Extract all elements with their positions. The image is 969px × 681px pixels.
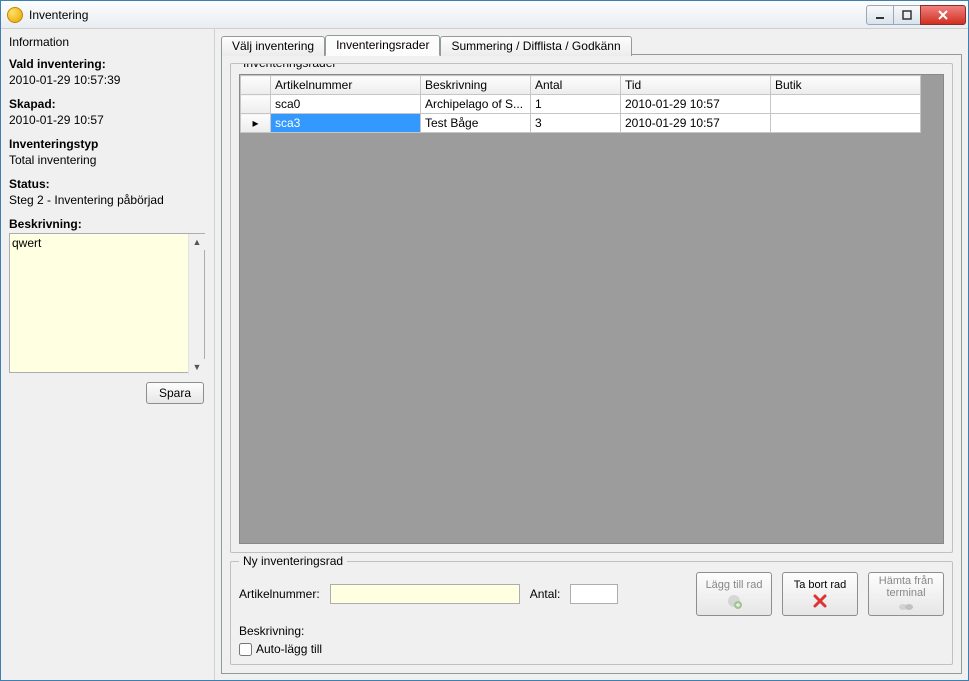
antal-input[interactable]	[570, 584, 618, 604]
artikelnummer-label: Artikelnummer:	[239, 587, 320, 601]
typ-value: Total inventering	[9, 153, 206, 167]
cell-butik[interactable]	[771, 95, 921, 114]
col-antal[interactable]: Antal	[531, 76, 621, 95]
col-butik[interactable]: Butik	[771, 76, 921, 95]
titlebar[interactable]: Inventering	[1, 1, 968, 29]
maximize-button[interactable]	[893, 5, 921, 25]
scroll-down-icon[interactable]: ▼	[189, 359, 205, 375]
table-row[interactable]: sca0 Archipelago of S... 1 2010-01-29 10…	[241, 95, 921, 114]
beskrivning-textarea[interactable]	[9, 233, 205, 373]
typ-label: Inventeringstyp	[9, 137, 206, 151]
grid-corner[interactable]	[241, 76, 271, 95]
cell-butik[interactable]	[771, 114, 921, 133]
vald-value: 2010-01-29 10:57:39	[9, 73, 206, 87]
status-value: Steg 2 - Inventering påbörjad	[9, 193, 206, 207]
group-legend-grid: Inventeringsrader	[239, 63, 340, 70]
cell-besk[interactable]: Test Båge	[421, 114, 531, 133]
artikelnummer-input[interactable]	[330, 584, 520, 604]
add-row-label: Lägg till rad	[706, 579, 763, 591]
delete-icon	[812, 593, 828, 609]
beskrivning-block: Beskrivning: ▲ ▼ Spara	[9, 217, 206, 404]
tab-summering[interactable]: Summering / Difflista / Godkänn	[440, 36, 631, 56]
sidebar: Information Vald inventering: 2010-01-29…	[1, 29, 215, 680]
tab-strip: Välj inventering Inventeringsrader Summe…	[221, 33, 962, 55]
tab-page-inventeringsrader: Inventeringsrader Artikelnummer Beskrivn…	[221, 54, 962, 674]
minimize-icon	[875, 10, 885, 20]
col-artikelnummer[interactable]: Artikelnummer	[271, 76, 421, 95]
close-icon	[937, 10, 949, 20]
grid-header-row: Artikelnummer Beskrivning Antal Tid Buti…	[241, 76, 921, 95]
tab-valj-inventering[interactable]: Välj inventering	[221, 36, 325, 56]
auto-lagg-till-label: Auto-lägg till	[256, 642, 322, 656]
cell-antal[interactable]: 3	[531, 114, 621, 133]
window-frame: Inventering Information Vald inventering…	[0, 0, 969, 681]
vald-label: Vald inventering:	[9, 57, 206, 71]
col-beskrivning[interactable]: Beskrivning	[421, 76, 531, 95]
row-header[interactable]	[241, 95, 271, 114]
tab-inventeringsrader[interactable]: Inventeringsrader	[325, 35, 440, 56]
fetch-terminal-button[interactable]: Hämta från terminal	[868, 572, 944, 616]
terminal-icon	[898, 601, 914, 613]
group-inventeringsrader: Inventeringsrader Artikelnummer Beskrivn…	[230, 63, 953, 553]
scroll-up-icon[interactable]: ▲	[189, 234, 205, 250]
info-typ: Inventeringstyp Total inventering	[9, 137, 206, 167]
data-grid[interactable]: Artikelnummer Beskrivning Antal Tid Buti…	[239, 74, 944, 544]
close-button[interactable]	[920, 5, 966, 25]
group-legend-new: Ny inventeringsrad	[239, 554, 347, 568]
info-status: Status: Steg 2 - Inventering påbörjad	[9, 177, 206, 207]
row-header-current[interactable]: ▸	[241, 114, 271, 133]
cell-besk[interactable]: Archipelago of S...	[421, 95, 531, 114]
main-area: Välj inventering Inventeringsrader Summe…	[215, 29, 968, 680]
app-icon	[7, 7, 23, 23]
textarea-scrollbar[interactable]: ▲ ▼	[188, 234, 204, 375]
group-ny-rad: Ny inventeringsrad Artikelnummer: Antal:…	[230, 561, 953, 665]
table-row[interactable]: ▸ sca3 Test Båge 3 2010-01-29 10:57	[241, 114, 921, 133]
minimize-button[interactable]	[866, 5, 894, 25]
maximize-icon	[902, 10, 912, 20]
auto-lagg-till-checkbox[interactable]	[239, 643, 252, 656]
add-row-button[interactable]: Lägg till rad	[696, 572, 772, 616]
info-skapad: Skapad: 2010-01-29 10:57	[9, 97, 206, 127]
cell-tid[interactable]: 2010-01-29 10:57	[621, 95, 771, 114]
info-vald: Vald inventering: 2010-01-29 10:57:39	[9, 57, 206, 87]
skapad-value: 2010-01-29 10:57	[9, 113, 206, 127]
cell-tid[interactable]: 2010-01-29 10:57	[621, 114, 771, 133]
content-area: Information Vald inventering: 2010-01-29…	[1, 29, 968, 680]
delete-row-button[interactable]: Ta bort rad	[782, 572, 858, 616]
status-label: Status:	[9, 177, 206, 191]
cell-art[interactable]: sca0	[271, 95, 421, 114]
cell-art[interactable]: sca3	[271, 114, 421, 133]
cell-antal[interactable]: 1	[531, 95, 621, 114]
sidebar-heading: Information	[9, 35, 206, 49]
col-tid[interactable]: Tid	[621, 76, 771, 95]
window-buttons	[867, 5, 966, 25]
window-title: Inventering	[29, 8, 867, 22]
save-button[interactable]: Spara	[146, 382, 204, 404]
skapad-label: Skapad:	[9, 97, 206, 111]
delete-row-label: Ta bort rad	[794, 579, 847, 591]
beskrivning-new-label: Beskrivning:	[239, 624, 304, 638]
fetch-terminal-label: Hämta från terminal	[871, 575, 941, 599]
beskrivning-label: Beskrivning:	[9, 217, 206, 231]
antal-label: Antal:	[530, 587, 561, 601]
add-icon	[726, 593, 742, 609]
